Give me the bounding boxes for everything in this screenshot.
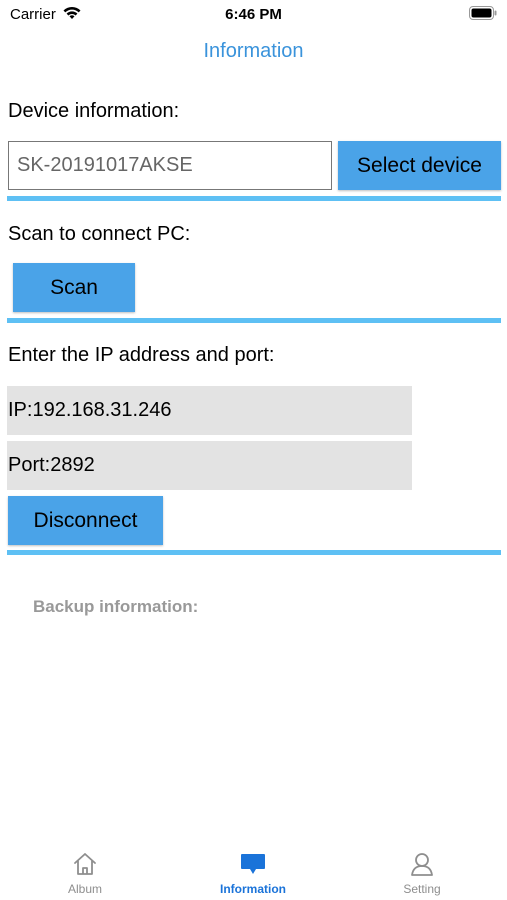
ip-address-field[interactable]: IP:192.168.31.246 [7, 386, 412, 435]
divider [7, 550, 501, 555]
status-time: 6:46 PM [225, 6, 282, 23]
scan-button[interactable]: Scan [13, 263, 135, 312]
port-field[interactable]: Port:2892 [7, 441, 412, 490]
divider [7, 196, 501, 201]
divider [7, 318, 501, 323]
scan-label: Scan to connect PC: [8, 223, 191, 245]
tab-setting[interactable]: Setting [357, 838, 487, 900]
ip-port-label: Enter the IP address and port: [8, 344, 275, 366]
chat-bubble-icon [239, 850, 267, 878]
tab-information[interactable]: Information [188, 838, 318, 900]
backup-information-label: Backup information: [33, 597, 199, 616]
tab-label: Album [67, 882, 102, 896]
device-information-label: Device information: [8, 100, 180, 122]
tab-album[interactable]: Album [20, 838, 150, 900]
tab-label: Setting [403, 882, 441, 896]
select-device-button[interactable]: Select device [338, 141, 501, 190]
home-icon [71, 850, 99, 878]
device-name-field[interactable] [8, 141, 332, 190]
tab-label: Information [220, 882, 286, 896]
battery-icon [469, 6, 497, 25]
person-icon [408, 850, 436, 878]
tab-bar: Album Information Setting [0, 838, 507, 900]
page-title: Information [203, 40, 304, 62]
status-bar: Carrier 6:46 PM [0, 0, 507, 30]
disconnect-button[interactable]: Disconnect [8, 496, 163, 545]
